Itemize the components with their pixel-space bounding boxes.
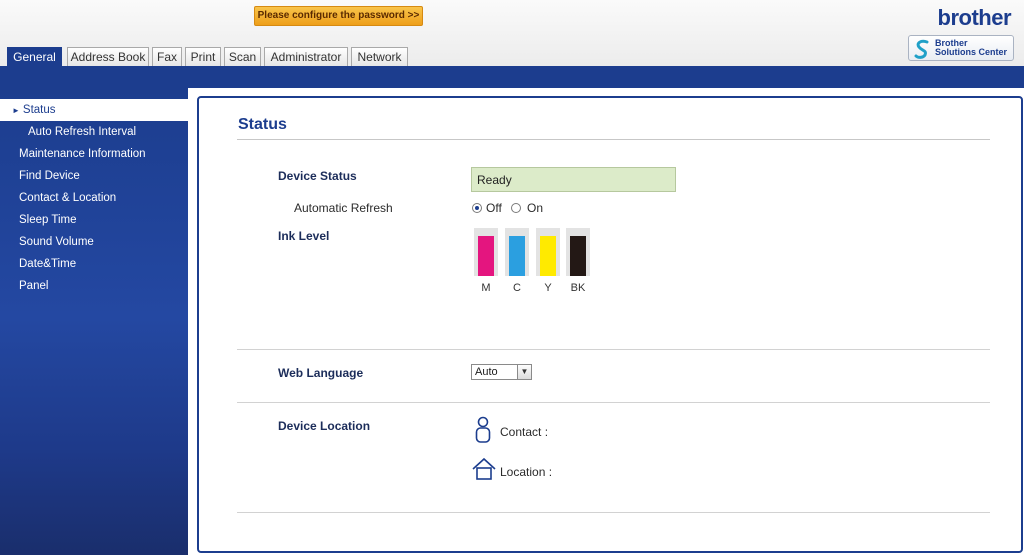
contact-person-icon (475, 416, 491, 443)
content-panel: Status Device Status Ready Automatic Ref… (197, 96, 1023, 553)
ink-label-m: M (481, 282, 491, 294)
solutions-center-button[interactable]: Brother Solutions Center (908, 35, 1014, 61)
ink-cartridge-bk (566, 228, 590, 276)
device-status-value: Ready (471, 167, 676, 192)
tab-network[interactable]: Network (351, 47, 408, 66)
section-divider (237, 402, 990, 403)
web-language-select[interactable]: Auto ▼ (471, 364, 532, 380)
sidebar: ► Status Auto Refresh Interval Maintenanc… (0, 88, 188, 555)
sidebar-item-label: Status (22, 104, 56, 116)
solutions-center-line2: Solutions Center (935, 47, 1008, 57)
page-title: Status (238, 116, 287, 133)
tab-fax[interactable]: Fax (152, 47, 182, 66)
sidebar-item-status[interactable]: ► Status (0, 99, 188, 121)
ink-fill-bk (570, 236, 586, 276)
section-divider (237, 349, 990, 350)
device-status-label: Device Status (278, 169, 357, 183)
brother-logo: brother (937, 5, 1012, 30)
sidebar-item-date-time[interactable]: Date&Time (0, 253, 188, 275)
auto-refresh-on-label[interactable]: On (527, 201, 543, 215)
ink-label-bk: BK (570, 282, 586, 294)
location-house-icon (472, 457, 496, 480)
tab-scan[interactable]: Scan (224, 47, 261, 66)
automatic-refresh-label: Automatic Refresh (294, 201, 393, 215)
caret-right-icon: ► (12, 106, 20, 115)
location-label: Location : (500, 465, 553, 479)
auto-refresh-off-label[interactable]: Off (486, 201, 502, 215)
web-language-label: Web Language (278, 366, 364, 380)
tab-general[interactable]: General (7, 47, 62, 66)
ink-label-y: Y (544, 282, 552, 294)
chevron-down-icon[interactable]: ▼ (517, 365, 531, 379)
ink-cartridge-y (536, 228, 560, 276)
sidebar-item-maintenance-information[interactable]: Maintenance Information (0, 143, 188, 165)
sidebar-item-panel[interactable]: Panel (0, 275, 188, 297)
sidebar-item-sound-volume[interactable]: Sound Volume (0, 231, 188, 253)
sidebar-item-auto-refresh-interval[interactable]: Auto Refresh Interval (0, 121, 188, 143)
solutions-center-label: Brother Solutions Center (935, 39, 1007, 57)
contact-label: Contact : (500, 425, 549, 439)
ink-label-c: C (513, 282, 521, 294)
sidebar-item-contact-location[interactable]: Contact & Location (0, 187, 188, 209)
ink-level-label: Ink Level (278, 229, 330, 243)
auto-refresh-on-radio[interactable] (511, 203, 521, 213)
device-location-label: Device Location (278, 419, 371, 433)
sidebar-item-sleep-time[interactable]: Sleep Time (0, 209, 188, 231)
solutions-center-icon (914, 39, 929, 59)
web-language-value: Auto (475, 366, 498, 378)
tab-administrator[interactable]: Administrator (264, 47, 348, 66)
tab-print[interactable]: Print (185, 47, 221, 66)
sidebar-item-find-device[interactable]: Find Device (0, 165, 188, 187)
ink-cartridge-c (505, 228, 529, 276)
ink-fill-m (478, 236, 494, 276)
ink-cartridge-m (474, 228, 498, 276)
tab-address-book[interactable]: Address Book (67, 47, 149, 66)
auto-refresh-off-radio[interactable] (472, 203, 482, 213)
ink-fill-y (540, 236, 556, 276)
title-divider (237, 139, 990, 140)
configure-password-button[interactable]: Please configure the password >> (254, 6, 423, 26)
top-header: Please configure the password >> brother… (0, 0, 1024, 66)
ink-fill-c (509, 236, 525, 276)
nav-bar-strip (0, 66, 1024, 88)
section-divider (237, 512, 990, 513)
